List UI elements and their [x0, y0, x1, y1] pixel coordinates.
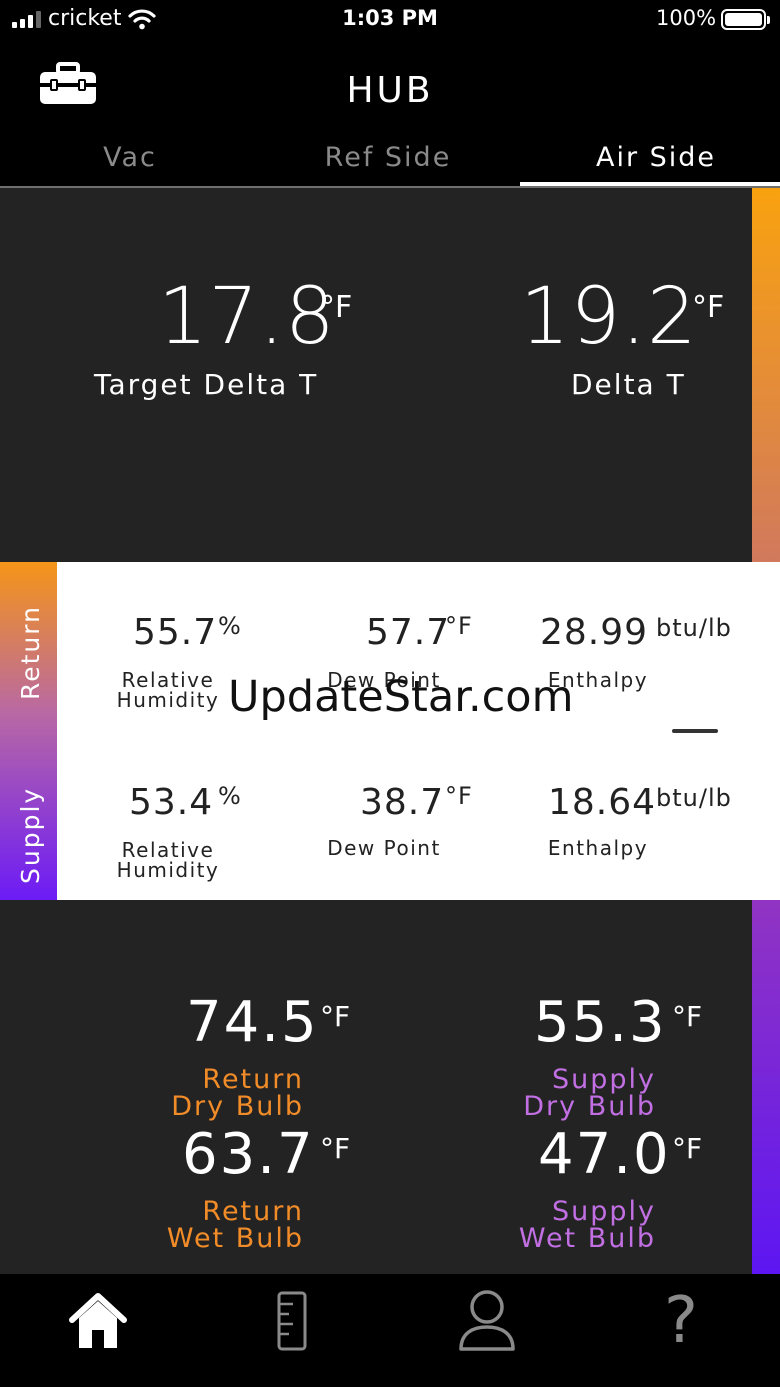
return-rh-value: 55.7 — [133, 612, 218, 653]
supply-dry-bulb-unit: °F — [672, 1000, 703, 1033]
target-delta-t-label: Target Delta T — [94, 368, 319, 401]
return-enthalpy-value: 28.99 — [540, 612, 649, 653]
return-dry-bulb-unit: °F — [320, 1000, 351, 1033]
watermark-text: UpdateStar.com — [228, 672, 574, 722]
return-wet-bulb-value: 63.7 — [182, 1122, 315, 1187]
return-rh-unit: % — [218, 612, 242, 640]
delta-t-label: Delta T — [571, 368, 686, 401]
supply-rh-label: Relative Humidity — [116, 838, 220, 882]
return-dry-bulb-label: Return Dry Bulb — [171, 1064, 304, 1122]
battery-icon — [721, 9, 770, 30]
return-rh-label: Relative Humidity — [116, 668, 220, 712]
tab-vac[interactable]: Vac — [0, 142, 260, 173]
active-tab-indicator — [520, 182, 780, 186]
profile-icon — [459, 1290, 515, 1351]
bulb-accent-bar — [752, 900, 780, 1274]
nav-profile[interactable] — [452, 1288, 522, 1354]
return-enthalpy-unit: btu/lb — [656, 614, 732, 642]
collapse-handle[interactable] — [672, 729, 718, 733]
supply-rh-value: 53.4 — [129, 782, 214, 823]
delta-t-value: 19.2 — [520, 272, 698, 362]
nav-measurements[interactable] — [257, 1288, 327, 1354]
page-title: HUB — [346, 70, 434, 111]
return-dew-point-value: 57.7 — [366, 612, 451, 653]
target-delta-t-unit: °F — [320, 290, 353, 325]
ruler-icon — [277, 1291, 307, 1351]
tab-bar: Vac Ref Side Air Side — [0, 134, 780, 188]
supply-dry-bulb-label: Supply Dry Bulb — [523, 1064, 656, 1122]
help-icon: ? — [664, 1284, 698, 1358]
supply-dry-bulb-value: 55.3 — [534, 990, 667, 1055]
supply-enthalpy-value: 18.64 — [548, 782, 657, 823]
supply-wet-bulb-unit: °F — [672, 1132, 703, 1165]
tab-ref-side[interactable]: Ref Side — [258, 142, 518, 173]
delta-t-unit: °F — [692, 290, 725, 325]
return-dry-bulb-value: 74.5 — [186, 990, 319, 1055]
nav-home[interactable] — [63, 1288, 133, 1354]
supply-side-label: Supply — [16, 786, 45, 884]
return-wet-bulb-unit: °F — [320, 1132, 351, 1165]
supply-dew-point-label: Dew Point — [327, 836, 441, 860]
return-dew-point-unit: °F — [445, 612, 473, 640]
supply-wet-bulb-label: Supply Wet Bulb — [518, 1196, 656, 1254]
supply-enthalpy-unit: btu/lb — [656, 784, 732, 812]
delta-accent-bar — [752, 188, 780, 562]
target-delta-t-value: 17.8 — [158, 272, 336, 362]
bottom-nav: ? — [0, 1274, 780, 1387]
tab-air-side[interactable]: Air Side — [526, 142, 780, 173]
home-icon — [69, 1293, 127, 1348]
return-wet-bulb-label: Return Wet Bulb — [166, 1196, 304, 1254]
supply-dew-point-unit: °F — [445, 782, 473, 810]
status-bar: cricket 1:03 PM 100% — [0, 0, 780, 40]
supply-enthalpy-label: Enthalpy — [547, 836, 649, 860]
supply-dew-point-value: 38.7 — [360, 782, 445, 823]
battery-percentage: 100% — [656, 6, 717, 30]
supply-rh-unit: % — [218, 782, 242, 810]
return-side-label: Return — [16, 605, 45, 700]
nav-help[interactable]: ? — [646, 1288, 716, 1354]
supply-wet-bulb-value: 47.0 — [538, 1122, 671, 1187]
